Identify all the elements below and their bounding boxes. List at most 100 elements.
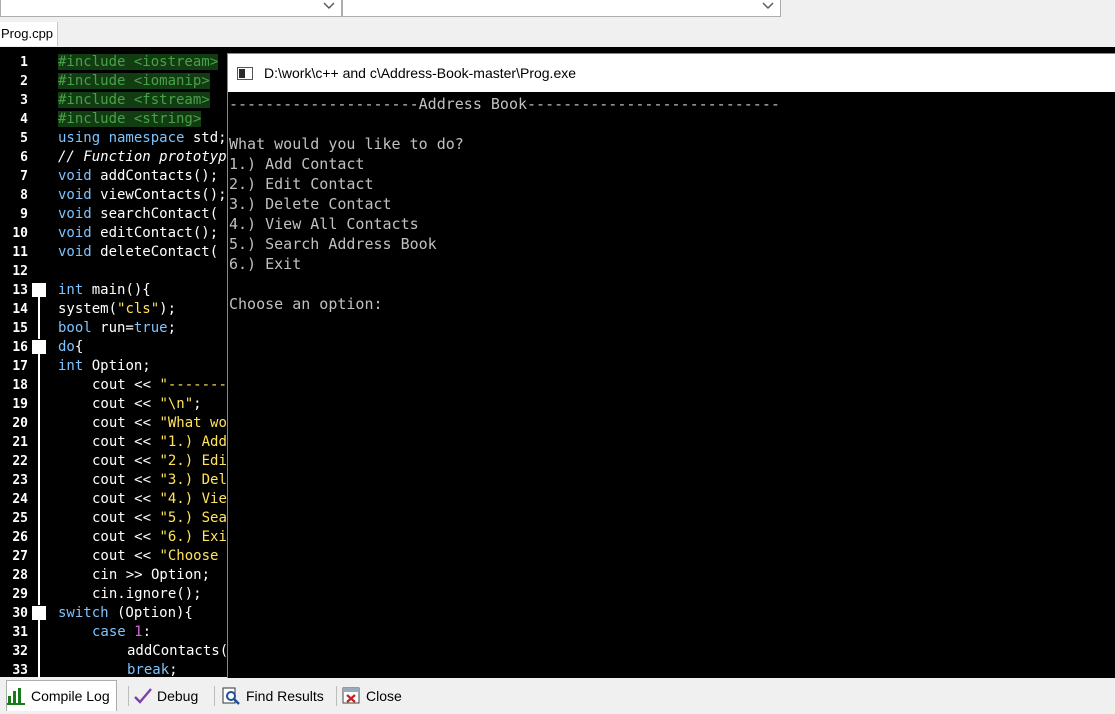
tab-close[interactable]: Close bbox=[342, 682, 402, 710]
fold-guide bbox=[38, 354, 40, 605]
console-title-bar[interactable]: D:\work\c++ and c\Address-Book-master\Pr… bbox=[228, 54, 1115, 92]
code-line: cout << "3.) Del bbox=[92, 472, 227, 488]
line-number: 15 bbox=[12, 321, 28, 336]
code-line: cout << "1.) Add bbox=[92, 434, 227, 450]
line-number: 18 bbox=[12, 378, 28, 393]
bottom-panel-tabs: Compile Log Debug Find Results Close bbox=[0, 678, 1115, 714]
line-number: 16 bbox=[12, 340, 28, 355]
line-number: 6 bbox=[20, 150, 28, 165]
console-line: 4.) View All Contacts bbox=[229, 215, 419, 233]
console-title: D:\work\c++ and c\Address-Book-master\Pr… bbox=[264, 65, 577, 81]
line-number: 2 bbox=[20, 74, 28, 89]
console-line: What would you like to do? bbox=[229, 135, 464, 153]
line-number: 14 bbox=[12, 302, 28, 317]
line-number: 9 bbox=[20, 207, 28, 222]
line-number: 17 bbox=[12, 359, 28, 374]
code-line: cin >> Option; bbox=[92, 567, 211, 583]
code-line: switch (Option){ bbox=[58, 605, 193, 621]
code-line: cout << "2.) Edi bbox=[92, 453, 227, 469]
line-number: 13 bbox=[12, 283, 28, 298]
console-line: 2.) Edit Contact bbox=[229, 175, 374, 193]
line-number: 25 bbox=[12, 511, 28, 526]
line-number: 11 bbox=[12, 245, 28, 260]
code-line: using namespace std; bbox=[58, 130, 227, 146]
member-dropdown[interactable] bbox=[342, 0, 781, 17]
code-line: system("cls"); bbox=[58, 301, 177, 317]
code-line: cout << "6.) Exi bbox=[92, 529, 227, 545]
code-line: #include <iomanip> bbox=[58, 73, 210, 89]
line-number: 4 bbox=[20, 112, 28, 127]
fold-guide bbox=[38, 620, 40, 681]
code-line: int Option; bbox=[58, 358, 151, 374]
code-line: void deleteContact( bbox=[58, 244, 219, 260]
magnifier-icon bbox=[222, 687, 240, 705]
divider bbox=[336, 686, 337, 706]
divider bbox=[128, 686, 129, 706]
code-line: case 1: bbox=[92, 624, 152, 640]
line-number: 3 bbox=[20, 93, 28, 108]
tab-compile-log[interactable]: Compile Log bbox=[6, 680, 117, 711]
code-line: void addContacts(); bbox=[58, 168, 219, 184]
line-number: 5 bbox=[20, 131, 28, 146]
code-line: cout << "------- bbox=[92, 377, 227, 393]
line-number: 20 bbox=[12, 416, 28, 431]
code-line: cout << "4.) Vie bbox=[92, 491, 227, 507]
console-line: ---------------------Address Book-------… bbox=[229, 95, 780, 113]
code-line: #include <iostream> bbox=[58, 54, 219, 70]
editor-tab-bar: Prog.cpp bbox=[0, 22, 1115, 48]
line-number: 10 bbox=[12, 226, 28, 241]
code-line: cout << "What wo bbox=[92, 415, 227, 431]
tab-label: Prog.cpp bbox=[1, 26, 54, 41]
bar-chart-icon bbox=[7, 687, 25, 705]
fold-toggle[interactable] bbox=[32, 606, 46, 620]
code-line: do{ bbox=[58, 339, 84, 355]
code-line: #include <string> bbox=[58, 111, 202, 127]
close-window-icon bbox=[342, 687, 360, 705]
line-number: 12 bbox=[12, 264, 28, 279]
console-line: Choose an option: bbox=[229, 295, 383, 313]
chevron-down-icon bbox=[762, 2, 774, 9]
line-number: 19 bbox=[12, 397, 28, 412]
console-line: 3.) Delete Contact bbox=[229, 195, 392, 213]
line-number: 32 bbox=[12, 644, 28, 659]
code-line: cout << "5.) Sea bbox=[92, 510, 227, 526]
console-line: 1.) Add Contact bbox=[229, 155, 365, 173]
fold-guide bbox=[38, 297, 40, 339]
console-line: 6.) Exit bbox=[229, 255, 302, 273]
line-number: 21 bbox=[12, 435, 28, 450]
code-line: void searchContact( bbox=[58, 206, 219, 222]
line-number: 26 bbox=[12, 530, 28, 545]
divider bbox=[214, 686, 215, 706]
console-window[interactable]: D:\work\c++ and c\Address-Book-master\Pr… bbox=[228, 54, 1115, 678]
line-number: 1 bbox=[20, 55, 28, 70]
line-number: 27 bbox=[12, 549, 28, 564]
code-line: void viewContacts(); bbox=[58, 187, 227, 203]
tab-debug[interactable]: Debug bbox=[133, 682, 198, 710]
code-line: // Function prototyp bbox=[58, 149, 227, 165]
line-number: 7 bbox=[20, 169, 28, 184]
line-number: 23 bbox=[12, 473, 28, 488]
check-icon bbox=[133, 687, 152, 705]
fold-toggle[interactable] bbox=[32, 340, 46, 354]
line-number: 31 bbox=[12, 625, 28, 640]
tab-label: Close bbox=[366, 688, 402, 704]
code-line: #include <fstream> bbox=[58, 92, 210, 108]
class-dropdown[interactable] bbox=[0, 0, 342, 17]
code-line: cout << "\n"; bbox=[92, 396, 202, 412]
tab-label: Debug bbox=[157, 688, 199, 704]
code-line: int main(){ bbox=[58, 282, 151, 298]
console-app-icon bbox=[237, 67, 253, 80]
code-line: addContacts( bbox=[127, 643, 229, 659]
line-number: 28 bbox=[12, 568, 28, 583]
code-line: void editContact(); bbox=[58, 225, 219, 241]
code-line: cin.ignore(); bbox=[92, 586, 202, 602]
toolbar-dropdowns bbox=[0, 0, 1115, 22]
fold-toggle[interactable] bbox=[32, 283, 46, 297]
tab-prog-cpp[interactable]: Prog.cpp bbox=[0, 22, 59, 46]
console-line: 5.) Search Address Book bbox=[229, 235, 437, 253]
code-line: bool run=true; bbox=[58, 320, 177, 336]
tab-find-results[interactable]: Find Results bbox=[222, 682, 324, 710]
line-number: 30 bbox=[12, 606, 28, 621]
code-line: cout << "Choose bbox=[92, 548, 227, 564]
line-number: 24 bbox=[12, 492, 28, 507]
